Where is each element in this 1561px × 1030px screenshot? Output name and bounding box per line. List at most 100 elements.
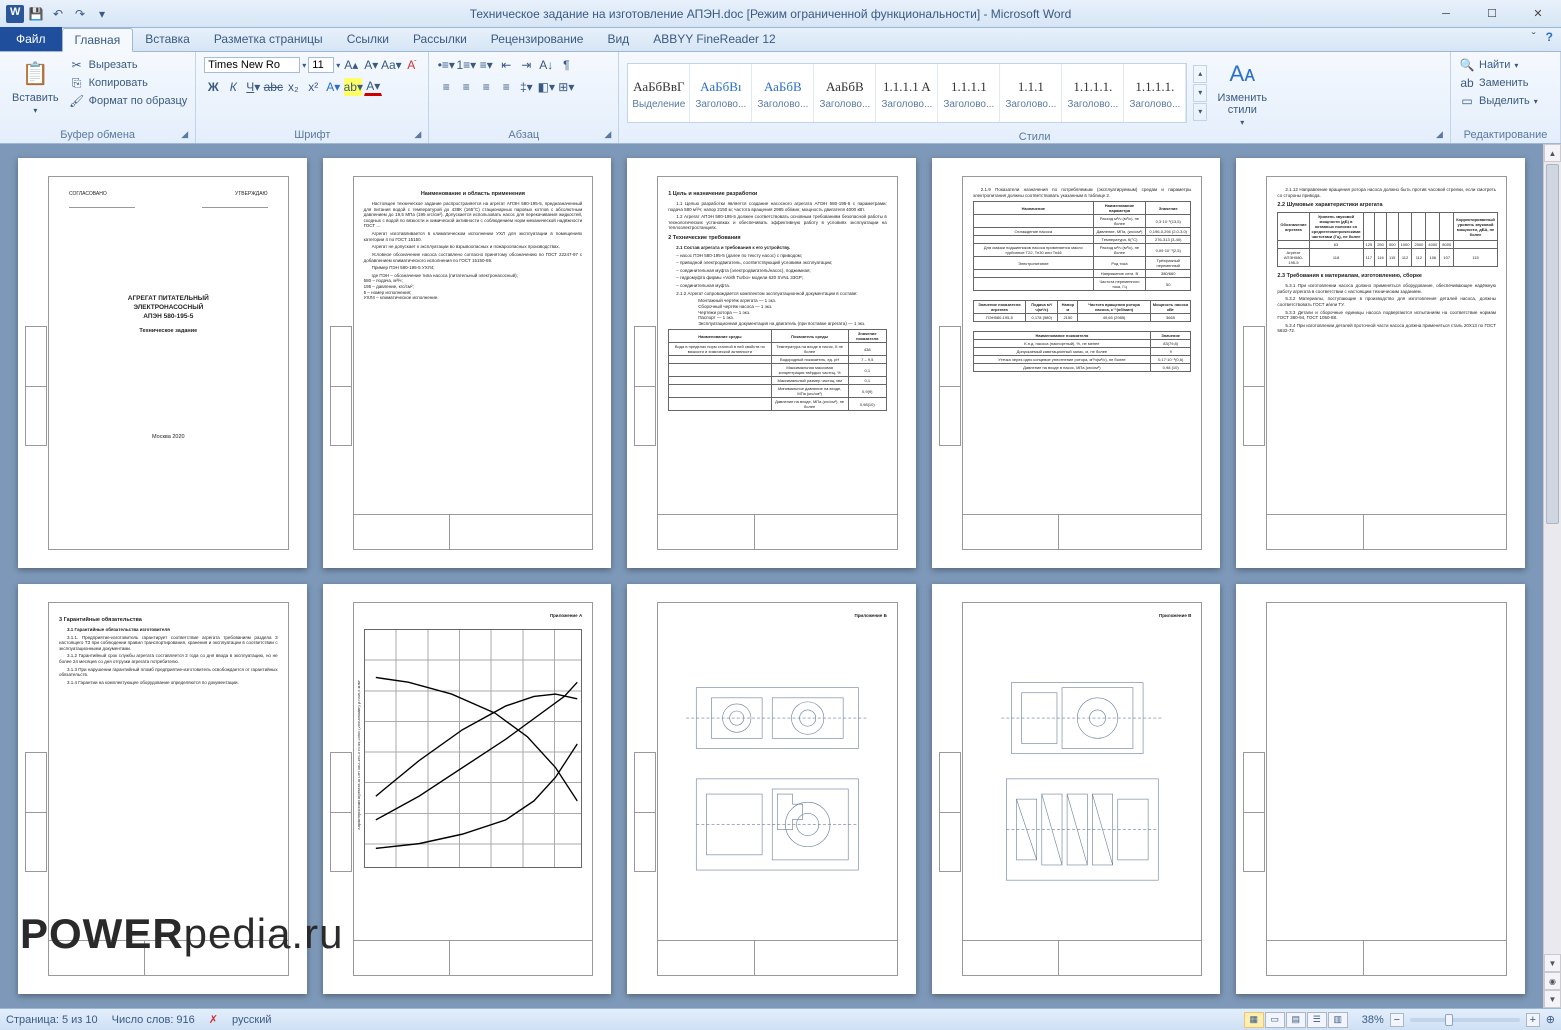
zoom-knob[interactable] [1445, 1014, 1453, 1026]
superscript-button[interactable]: x² [304, 78, 322, 96]
tab-insert[interactable]: Вставка [133, 27, 202, 51]
shrink-font-button[interactable]: A▾ [362, 56, 380, 74]
minimize-button[interactable]: ─ [1423, 0, 1469, 28]
tab-abbyy[interactable]: ABBYY FineReader 12 [641, 27, 788, 51]
borders-button[interactable]: ⊞▾ [557, 78, 575, 96]
style-item[interactable]: АаБбВЗаголово... [814, 64, 876, 122]
justify-button[interactable]: ≡ [497, 78, 515, 96]
zoom-fit-button[interactable]: ⊕ [1546, 1013, 1555, 1026]
qat-customize[interactable]: ▾ [92, 4, 112, 24]
view-full-reading[interactable]: ▭ [1265, 1012, 1285, 1028]
tab-review[interactable]: Рецензирование [479, 27, 596, 51]
replace-button[interactable]: abЗаменить [1459, 74, 1538, 92]
line-spacing-button[interactable]: ‡▾ [517, 78, 535, 96]
style-item[interactable]: 1.1.1Заголово... [1000, 64, 1062, 122]
font-dialog-launcher[interactable]: ◢ [414, 129, 426, 141]
increase-indent-button[interactable]: ⇥ [517, 56, 535, 74]
styles-down[interactable]: ▾ [1193, 84, 1207, 102]
scroll-down-button[interactable]: ▼ [1544, 954, 1561, 972]
style-item[interactable]: 1.1.1.1 AЗаголово... [876, 64, 938, 122]
zoom-slider[interactable] [1410, 1018, 1520, 1022]
style-name: Заголово... [754, 99, 811, 110]
document-area[interactable]: СОГЛАСОВАНОУТВЕРЖДАЮ АГРЕГАТ ПИТАТЕЛЬНЫЙ… [0, 144, 1543, 1008]
style-item[interactable]: АаБбВвГВыделение [628, 64, 690, 122]
style-item[interactable]: АаБбВЗаголово... [752, 64, 814, 122]
italic-button[interactable]: К [224, 78, 242, 96]
cut-button[interactable]: ✂Вырезать [69, 56, 188, 74]
underline-button[interactable]: Ч▾ [244, 78, 262, 96]
clear-formatting-button[interactable]: Aֿ [402, 56, 420, 74]
tab-page-layout[interactable]: Разметка страницы [202, 27, 335, 51]
align-right-button[interactable]: ≡ [477, 78, 495, 96]
font-size-input[interactable] [308, 57, 334, 73]
find-label: Найти [1479, 59, 1510, 71]
prev-page-button[interactable]: ◉ [1544, 972, 1561, 990]
paragraph-dialog-launcher[interactable]: ◢ [604, 129, 616, 141]
zoom-level[interactable]: 38% [1362, 1014, 1384, 1026]
bold-button[interactable]: Ж [204, 78, 222, 96]
clipboard-dialog-launcher[interactable]: ◢ [181, 129, 193, 141]
view-web-layout[interactable]: ▤ [1286, 1012, 1306, 1028]
qat-redo[interactable]: ↷ [70, 4, 90, 24]
vertical-scrollbar[interactable]: ▲ ▼ ◉ ▼ [1543, 144, 1561, 1008]
font-name-dd[interactable]: ▾ [302, 61, 306, 70]
highlight-button[interactable]: ab▾ [344, 78, 362, 96]
style-item[interactable]: АаБбВıЗаголово... [690, 64, 752, 122]
bullets-button[interactable]: •≡▾ [437, 56, 455, 74]
view-draft[interactable]: ▥ [1328, 1012, 1348, 1028]
zoom-out-button[interactable]: − [1390, 1013, 1404, 1027]
numbering-button[interactable]: 1≡▾ [457, 56, 475, 74]
show-marks-button[interactable]: ¶ [557, 56, 575, 74]
grow-font-button[interactable]: A▴ [342, 56, 360, 74]
status-words[interactable]: Число слов: 916 [112, 1014, 195, 1026]
styles-up[interactable]: ▴ [1193, 65, 1207, 83]
styles-dialog-launcher[interactable]: ◢ [1436, 129, 1448, 141]
status-proofing-icon[interactable]: ✗ [209, 1013, 218, 1026]
qat-undo[interactable]: ↶ [48, 4, 68, 24]
shading-button[interactable]: ◧▾ [537, 78, 555, 96]
font-color-button[interactable]: A▾ [364, 78, 382, 96]
subscript-button[interactable]: x₂ [284, 78, 302, 96]
tab-references[interactable]: Ссылки [335, 27, 401, 51]
styles-gallery[interactable]: АаБбВвГВыделениеАаБбВıЗаголово...АаБбВЗа… [627, 63, 1187, 123]
tab-view[interactable]: Вид [595, 27, 641, 51]
styles-more[interactable]: ▾ [1193, 103, 1207, 121]
align-left-button[interactable]: ≡ [437, 78, 455, 96]
copy-button[interactable]: ⎘Копировать [69, 74, 188, 92]
help-button[interactable]: ? [1546, 30, 1553, 44]
text-effects-button[interactable]: A▾ [324, 78, 342, 96]
paste-button[interactable]: 📋 Вставить ▾ [8, 56, 63, 117]
strike-button[interactable]: abc [264, 78, 282, 96]
status-language[interactable]: русский [232, 1014, 271, 1026]
change-styles-button[interactable]: Aᴀ Изменить стили ▾ [1213, 56, 1271, 129]
tab-mailings[interactable]: Рассылки [401, 27, 479, 51]
style-item[interactable]: 1.1.1.1.Заголово... [1062, 64, 1124, 122]
font-size-dd[interactable]: ▾ [336, 61, 340, 70]
close-button[interactable]: ✕ [1515, 0, 1561, 28]
minimize-ribbon-button[interactable]: ˇ [1532, 30, 1536, 44]
style-item[interactable]: 1.1.1.1Заголово... [938, 64, 1000, 122]
view-print-layout[interactable]: ▦ [1244, 1012, 1264, 1028]
scroll-track[interactable] [1544, 162, 1561, 954]
style-item[interactable]: 1.1.1.1.Заголово... [1124, 64, 1186, 122]
style-preview: АаБбВвГ [633, 75, 684, 99]
sort-button[interactable]: A↓ [537, 56, 555, 74]
align-center-button[interactable]: ≡ [457, 78, 475, 96]
status-page[interactable]: Страница: 5 из 10 [6, 1014, 98, 1026]
view-outline[interactable]: ☰ [1307, 1012, 1327, 1028]
change-case-button[interactable]: Aa▾ [382, 56, 400, 74]
decrease-indent-button[interactable]: ⇤ [497, 56, 515, 74]
tab-home[interactable]: Главная [62, 28, 134, 52]
find-button[interactable]: 🔍Найти▾ [1459, 56, 1538, 74]
font-name-input[interactable] [204, 57, 300, 73]
scroll-thumb[interactable] [1546, 164, 1559, 524]
scroll-up-button[interactable]: ▲ [1544, 144, 1561, 162]
qat-save[interactable]: 💾 [26, 4, 46, 24]
file-tab[interactable]: Файл [0, 27, 62, 51]
maximize-button[interactable]: ☐ [1469, 0, 1515, 28]
multilevel-button[interactable]: ≡▾ [477, 56, 495, 74]
zoom-in-button[interactable]: + [1526, 1013, 1540, 1027]
select-button[interactable]: ▭Выделить▾ [1459, 92, 1538, 110]
format-painter-button[interactable]: 🖌Формат по образцу [69, 92, 188, 110]
next-page-button[interactable]: ▼ [1544, 990, 1561, 1008]
